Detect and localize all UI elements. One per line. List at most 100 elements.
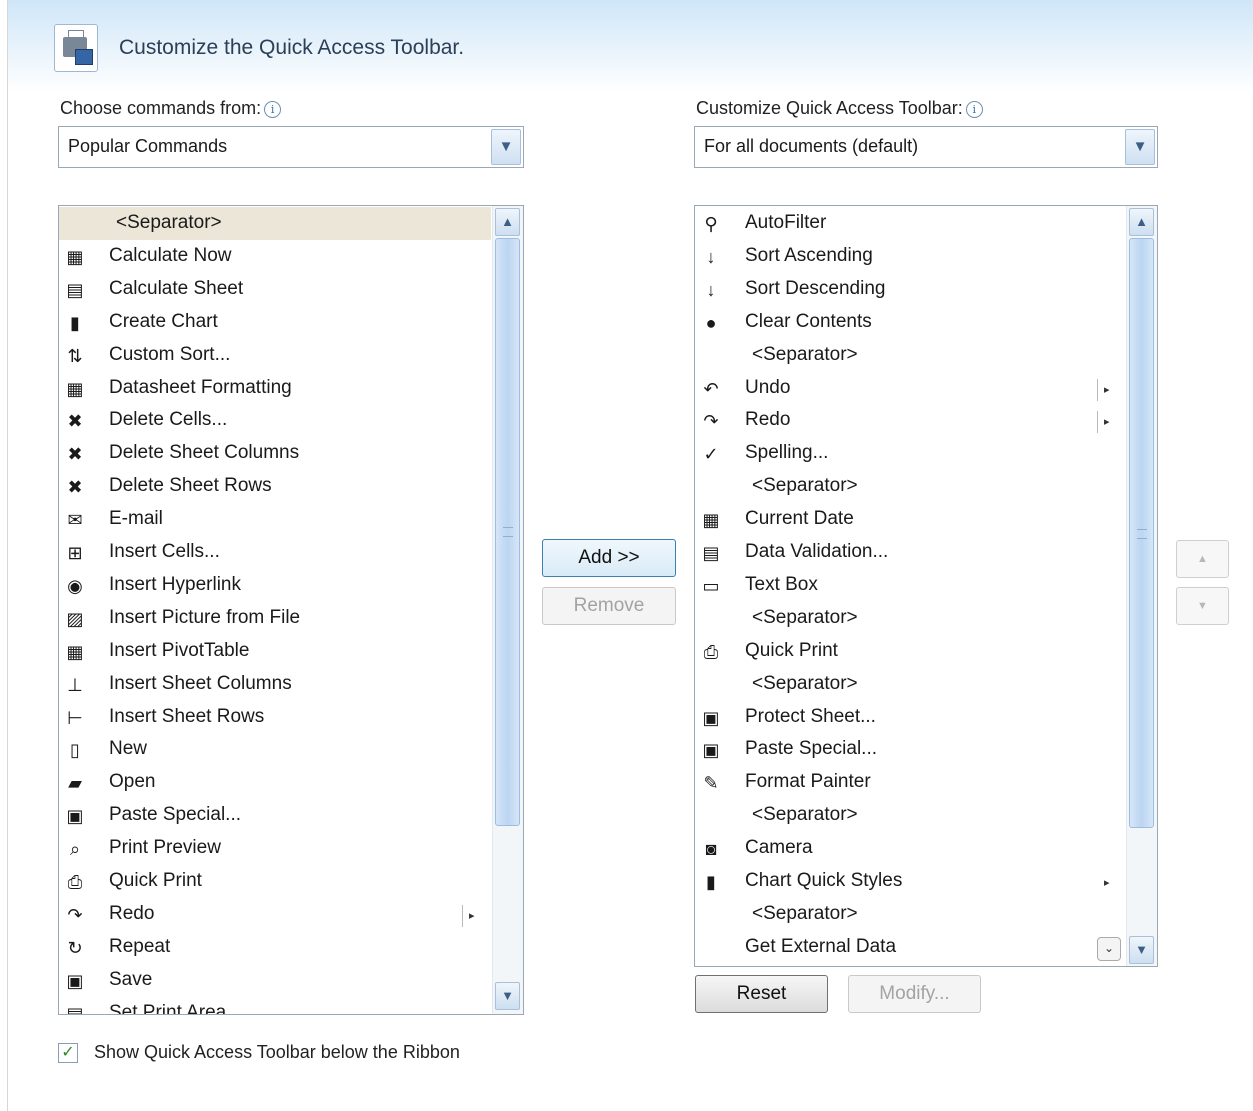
list-item[interactable]: ▮ Chart Quick Styles ▸ xyxy=(695,865,1127,898)
info-icon: i xyxy=(965,100,983,118)
list-item[interactable]: <Separator> xyxy=(59,207,491,240)
list-item[interactable]: ▨ Insert Picture from File xyxy=(59,602,491,635)
scroll-up-button[interactable]: ▲ xyxy=(495,208,520,236)
list-item[interactable]: Get External Data xyxy=(695,931,1127,964)
expand-icon[interactable]: ⌄ xyxy=(1097,937,1121,961)
list-item[interactable]: <Separator> xyxy=(695,339,1127,372)
list-item[interactable]: ▤ Data Validation... xyxy=(695,536,1127,569)
list-item[interactable]: <Separator> xyxy=(695,898,1127,931)
list-item[interactable]: ▣ Paste Special... xyxy=(695,733,1127,766)
list-item-label: Delete Cells... xyxy=(109,409,228,431)
list-item[interactable]: ◙ Camera xyxy=(695,832,1127,865)
list-item[interactable]: ⎙ Quick Print xyxy=(59,865,491,898)
chart-icon: ▮ xyxy=(70,312,80,333)
list-item[interactable]: <Separator> xyxy=(695,799,1127,832)
list-item[interactable]: ▰ Open xyxy=(59,766,491,799)
list-item[interactable]: ◉ Insert Hyperlink xyxy=(59,569,491,602)
chevron-down-icon[interactable]: ▼ xyxy=(491,129,521,165)
toolbar-scrollbar[interactable]: ▲ ▼ xyxy=(1126,206,1157,966)
list-item[interactable]: ▮ Create Chart xyxy=(59,306,491,339)
list-item[interactable]: ✖ Delete Sheet Columns xyxy=(59,437,491,470)
delete-rows-icon: ✖ xyxy=(67,477,83,498)
list-item[interactable]: ⌕ Print Preview xyxy=(59,832,491,865)
scroll-down-button[interactable]: ▼ xyxy=(495,982,520,1010)
list-item[interactable]: ▦ Insert PivotTable xyxy=(59,635,491,668)
list-item[interactable]: ⊞ Insert Cells... xyxy=(59,536,491,569)
reset-button[interactable]: Reset xyxy=(695,975,828,1013)
list-item[interactable]: ↷ Redo ▸ xyxy=(59,898,491,931)
scroll-thumb[interactable] xyxy=(495,238,520,826)
datasheet-icon: ▦ xyxy=(66,378,84,399)
list-item-label: Paste Special... xyxy=(745,738,878,760)
list-item[interactable]: <Separator> xyxy=(695,602,1127,635)
move-down-button[interactable]: ▼ xyxy=(1176,587,1229,625)
list-item[interactable]: ↻ Repeat xyxy=(59,931,491,964)
list-item[interactable]: ↓ Sort Descending xyxy=(695,273,1127,306)
list-item[interactable]: ▦ Calculate Now xyxy=(59,240,491,273)
calendar-icon: ▦ xyxy=(702,510,720,531)
list-item[interactable]: ✖ Delete Sheet Rows xyxy=(59,470,491,503)
list-item-label: Quick Print xyxy=(109,870,202,891)
list-item[interactable]: ▭ Text Box xyxy=(695,569,1127,602)
quick-access-toolbar-icon xyxy=(54,24,98,72)
list-item[interactable]: ▣ Save xyxy=(59,964,491,997)
list-item-label: Paste Special... xyxy=(109,804,242,826)
list-item-label: <Separator> xyxy=(752,606,858,628)
list-item[interactable]: ▣ Paste Special... xyxy=(59,799,491,832)
info-icon: i xyxy=(264,100,282,118)
list-item[interactable]: ✖ Delete Cells... xyxy=(59,404,491,437)
list-item[interactable]: ▦ Datasheet Formatting xyxy=(59,372,491,405)
customize-toolbar-dropdown[interactable]: For all documents (default) ▼ xyxy=(694,126,1158,168)
list-item[interactable]: ▤ Calculate Sheet xyxy=(59,273,491,306)
move-up-button[interactable]: ▲ xyxy=(1176,540,1229,578)
custom-sort-icon: ⇅ xyxy=(67,345,83,366)
list-item-label: Insert Sheet Rows xyxy=(109,705,265,727)
list-item-label: Undo xyxy=(745,376,791,398)
chevron-down-icon[interactable]: ▼ xyxy=(1125,129,1155,165)
list-item-label: Camera xyxy=(745,837,813,859)
redo-icon: ↷ xyxy=(67,904,83,925)
list-item[interactable]: ↓ Sort Ascending xyxy=(695,240,1127,273)
list-item[interactable]: ▣ Protect Sheet... xyxy=(695,701,1127,734)
print-preview-icon: ⌕ xyxy=(69,839,81,860)
list-item[interactable]: ⊥ Insert Sheet Columns xyxy=(59,668,491,701)
list-item[interactable]: ✎ Format Painter xyxy=(695,766,1127,799)
list-item[interactable]: ⎙ Quick Print xyxy=(695,635,1127,668)
list-item[interactable]: ▯ New xyxy=(59,733,491,766)
list-item[interactable]: ✓ Spelling... xyxy=(695,437,1127,470)
list-item-label: <Separator> xyxy=(752,672,858,694)
list-item-label: Redo xyxy=(745,409,791,431)
delete-columns-icon: ✖ xyxy=(67,444,83,465)
list-item[interactable]: ▦ Current Date xyxy=(695,503,1127,536)
list-item[interactable]: ↶ Undo ▸ xyxy=(695,372,1127,405)
scroll-thumb[interactable] xyxy=(1129,238,1154,828)
scroll-grip xyxy=(1137,529,1147,539)
list-item[interactable]: ↷ Redo ▸ xyxy=(695,404,1127,437)
toolbar-commands-list[interactable]: Get External Data <Separator> ▮ Chart Quick… xyxy=(694,205,1158,967)
scroll-down-button[interactable]: ▼ xyxy=(1129,936,1154,964)
add-button[interactable]: Add >> xyxy=(542,539,676,577)
print-area-icon: ▤ xyxy=(66,1003,84,1015)
list-item[interactable]: ▤ Set Print Area xyxy=(59,997,491,1015)
list-item[interactable]: ⚲ AutoFilter xyxy=(695,207,1127,240)
commands-scrollbar[interactable]: ▲ ▼ xyxy=(492,206,523,1014)
list-item[interactable]: ⊢ Insert Sheet Rows xyxy=(59,701,491,734)
delete-cells-icon: ✖ xyxy=(67,411,83,432)
commands-list[interactable]: ▤ Set Print Area ▣ Save ↻ Repeat ↷ Redo ▸ ⎙ Quick … xyxy=(58,205,524,1015)
list-item-label: Custom Sort... xyxy=(109,343,231,365)
list-item[interactable]: ✉ E-mail xyxy=(59,503,491,536)
list-item-label: Delete Sheet Rows xyxy=(109,475,272,497)
submenu-arrow-icon: ▸ xyxy=(462,904,475,927)
show-below-ribbon-checkbox[interactable]: ✓ xyxy=(58,1043,78,1063)
open-folder-icon: ▰ xyxy=(68,773,82,794)
remove-button[interactable]: Remove xyxy=(542,587,676,625)
list-item[interactable]: <Separator> xyxy=(695,668,1127,701)
modify-button[interactable]: Modify... xyxy=(848,975,981,1013)
choose-commands-dropdown[interactable]: Popular Commands ▼ xyxy=(58,126,524,168)
list-item[interactable]: ⇅ Custom Sort... xyxy=(59,339,491,372)
scroll-up-button[interactable]: ▲ xyxy=(1129,208,1154,236)
list-item[interactable]: <Separator> xyxy=(695,470,1127,503)
list-item[interactable]: ● Clear Contents xyxy=(695,306,1127,339)
list-item-label: Insert Picture from File xyxy=(109,606,301,628)
choose-commands-label-text: Choose commands from: xyxy=(60,98,262,118)
